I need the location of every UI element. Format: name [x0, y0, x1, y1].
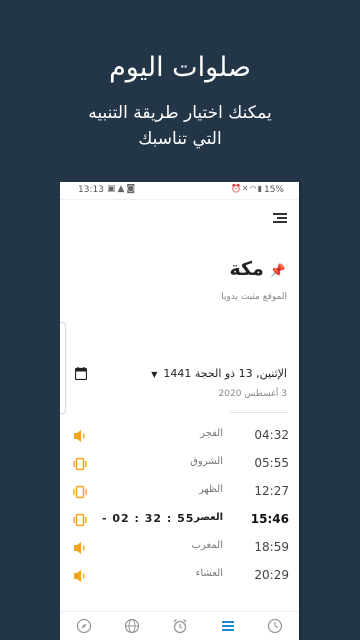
- prayer-row[interactable]: الفجر 04:32: [60, 423, 299, 451]
- prayer-name: المغرب: [191, 540, 223, 551]
- notification-icons: ▣▲◙: [107, 184, 138, 194]
- prayer-row[interactable]: المغرب 18:59: [60, 535, 299, 563]
- prayer-row[interactable]: - 02 : 32 : 55 العصر 15:46: [60, 507, 299, 535]
- prayer-time: 04:32: [254, 428, 289, 442]
- prayer-time: 15:46: [250, 512, 289, 526]
- status-time: 13:13: [78, 185, 104, 195]
- gregorian-date: 3 أغسطس 2020: [218, 389, 287, 399]
- prayer-time: 20:29: [254, 568, 289, 582]
- phone-shadow: [299, 182, 303, 640]
- dropdown-caret-icon: ▼: [151, 370, 158, 379]
- vibrate-icon[interactable]: [72, 513, 88, 527]
- vibrate-icon[interactable]: [72, 485, 88, 499]
- prayer-name: العصر: [194, 512, 223, 523]
- divider: [230, 412, 288, 413]
- hero-subtitle: يمكنك اختيار طريقة التنبيه التي تناسبك: [0, 100, 360, 152]
- city-name: مكة: [229, 258, 264, 280]
- hero-subtitle-line-1: يمكنك اختيار طريقة التنبيه: [88, 103, 272, 123]
- prayer-row[interactable]: الشروق 05:55: [60, 451, 299, 479]
- prayer-name: الشروق: [190, 456, 223, 467]
- speaker-icon[interactable]: [72, 429, 88, 443]
- signal-icons: ⏰✕◠▮: [230, 184, 263, 193]
- bottom-nav: [60, 611, 299, 640]
- location-note: الموقع مثبت يدويا: [221, 292, 287, 302]
- battery-level: 15%: [263, 185, 284, 195]
- prayer-time: 12:27: [254, 484, 289, 498]
- prayer-row[interactable]: العشاء 20:29: [60, 563, 299, 591]
- status-bar: 13:13 ▣▲◙ ⏰✕◠▮ 15%: [60, 182, 299, 200]
- speaker-icon[interactable]: [72, 569, 88, 583]
- hijri-date: الإثنين, 13 ذو الحجة 1441: [163, 367, 287, 380]
- clock-icon[interactable]: [267, 618, 283, 634]
- globe-icon[interactable]: [124, 618, 140, 634]
- vibrate-icon[interactable]: [72, 457, 88, 471]
- compass-icon[interactable]: [76, 618, 92, 634]
- list-icon[interactable]: [220, 618, 236, 634]
- prayer-name: الفجر: [200, 428, 223, 439]
- alarm-clock-icon[interactable]: [172, 618, 188, 634]
- pin-icon[interactable]: 📌: [270, 264, 286, 279]
- prayer-row[interactable]: الظهر 12:27: [60, 479, 299, 507]
- phone-screen: 13:13 ▣▲◙ ⏰✕◠▮ 15% 📌 مكة الموقع مثبت يدوي…: [60, 182, 299, 640]
- calendar-icon[interactable]: [75, 367, 87, 380]
- menu-icon[interactable]: [271, 211, 287, 223]
- hero-subtitle-line-2: التي تناسبك: [138, 129, 222, 149]
- prayer-time: 05:55: [254, 456, 289, 470]
- prayer-name: الظهر: [198, 484, 223, 495]
- hero-title: صلوات اليوم: [109, 52, 251, 83]
- countdown-timer: - 02 : 32 : 55: [102, 512, 195, 525]
- speaker-icon[interactable]: [72, 541, 88, 555]
- drawer-handle[interactable]: [60, 322, 66, 414]
- hijri-date-selector[interactable]: الإثنين, 13 ذو الحجة 1441 ▼: [151, 367, 287, 380]
- prayer-name: العشاء: [195, 568, 223, 579]
- city-header: 📌 مكة: [229, 258, 286, 280]
- prayer-time: 18:59: [254, 540, 289, 554]
